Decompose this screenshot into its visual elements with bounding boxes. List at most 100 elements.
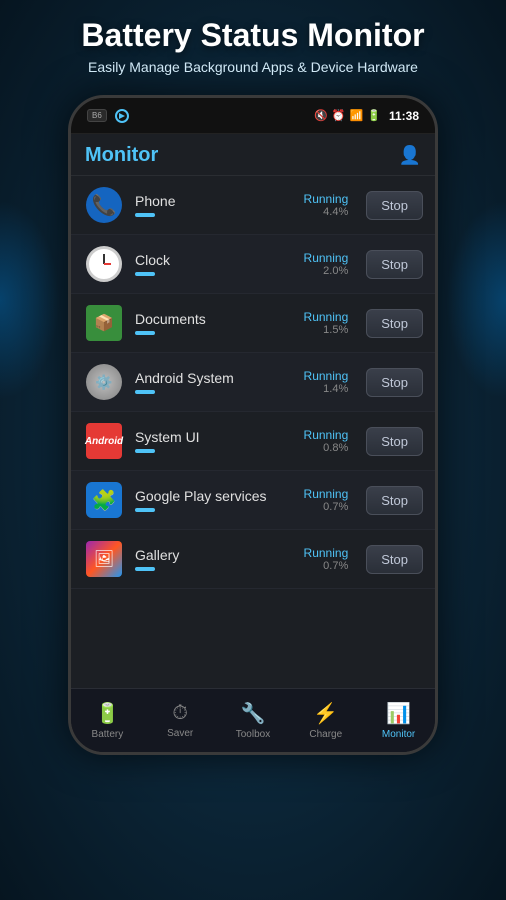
gallery-running-label: Running	[304, 546, 349, 560]
app-row-android-system: ⚙️ Android System Running 1.4% Stop	[71, 353, 435, 412]
gallery-info: Gallery	[135, 547, 294, 571]
system-ui-status: Running 0.8%	[304, 428, 349, 454]
nav-monitor[interactable]: 📊 Monitor	[362, 689, 435, 752]
app-list: 📞 Phone Running 4.4% Stop Clock	[71, 176, 435, 688]
gallery-app-name: Gallery	[135, 547, 294, 563]
clock-percent: 2.0%	[304, 265, 349, 277]
gallery-indicator	[135, 567, 155, 571]
system-ui-app-name: System UI	[135, 429, 294, 445]
phone-frame: B6 🔇 ⏰ 📶 🔋 11:38 Monitor 👤 📞	[68, 95, 438, 755]
system-ui-icon-wrap: Android	[83, 420, 125, 462]
system-ui-info: System UI	[135, 429, 294, 453]
google-play-indicator	[135, 508, 155, 512]
battery-nav-icon: 🔋	[95, 701, 120, 726]
android-system-stop-button[interactable]: Stop	[366, 368, 423, 397]
google-play-app-icon: 🧩	[86, 482, 122, 518]
nav-saver[interactable]: ⏱ Saver	[144, 689, 217, 752]
status-bar-right: 🔇 ⏰ 📶 🔋 11:38	[314, 109, 419, 123]
documents-running-label: Running	[304, 310, 349, 324]
phone-percent: 4.4%	[304, 206, 349, 218]
documents-icon-wrap: 📦	[83, 302, 125, 344]
toolbox-nav-label: Toolbox	[236, 729, 270, 740]
nav-toolbox[interactable]: 🔧 Toolbox	[217, 689, 290, 752]
google-play-percent: 0.7%	[304, 501, 349, 513]
phone-app-name: Phone	[135, 193, 294, 209]
glow-right	[446, 200, 506, 400]
app-row-system-ui: Android System UI Running 0.8% Stop	[71, 412, 435, 471]
system-ui-running-label: Running	[304, 428, 349, 442]
app-row-clock: Clock Running 2.0% Stop	[71, 235, 435, 294]
header-section: Battery Status Monitor Easily Manage Bac…	[61, 0, 444, 85]
android-system-running-label: Running	[304, 369, 349, 383]
android-system-app-icon: ⚙️	[86, 364, 122, 400]
b6-icon: B6	[87, 109, 107, 122]
system-ui-percent: 0.8%	[304, 442, 349, 454]
documents-stop-button[interactable]: Stop	[366, 309, 423, 338]
app-main-title: Battery Status Monitor	[81, 18, 424, 53]
system-ui-app-icon: Android	[86, 423, 122, 459]
app-row-gallery: 🖼 Gallery Running 0.7% Stop	[71, 530, 435, 589]
phone-icon-wrap: 📞	[83, 184, 125, 226]
user-profile-icon[interactable]: 👤	[399, 145, 421, 166]
android-system-info: Android System	[135, 370, 294, 394]
gallery-app-icon: 🖼	[86, 541, 122, 577]
clock-stop-button[interactable]: Stop	[366, 250, 423, 279]
app-row-phone: 📞 Phone Running 4.4% Stop	[71, 176, 435, 235]
documents-indicator	[135, 331, 155, 335]
bottom-nav: 🔋 Battery ⏱ Saver 🔧 Toolbox ⚡ Charge 📊 M…	[71, 688, 435, 752]
clock-icon-wrap	[83, 243, 125, 285]
battery-icon: 🔋	[367, 109, 381, 122]
phone-stop-button[interactable]: Stop	[366, 191, 423, 220]
gallery-stop-button[interactable]: Stop	[366, 545, 423, 574]
system-ui-stop-button[interactable]: Stop	[366, 427, 423, 456]
android-system-icon-wrap: ⚙️	[83, 361, 125, 403]
phone-status: Running 4.4%	[304, 192, 349, 218]
nav-battery[interactable]: 🔋 Battery	[71, 689, 144, 752]
cyanogen-icon	[113, 109, 131, 123]
clock-info: Clock	[135, 252, 294, 276]
phone-app-icon: 📞	[86, 187, 122, 223]
status-bar: B6 🔇 ⏰ 📶 🔋 11:38	[71, 98, 435, 134]
documents-info: Documents	[135, 311, 294, 335]
google-play-app-name: Google Play services	[135, 488, 294, 504]
app-row-google-play: 🧩 Google Play services Running 0.7% Stop	[71, 471, 435, 530]
android-system-app-name: Android System	[135, 370, 294, 386]
google-play-icon-wrap: 🧩	[83, 479, 125, 521]
battery-nav-label: Battery	[92, 729, 124, 740]
clock-running-label: Running	[304, 251, 349, 265]
clock-indicator	[135, 272, 155, 276]
google-play-status: Running 0.7%	[304, 487, 349, 513]
documents-status: Running 1.5%	[304, 310, 349, 336]
app-header: Monitor 👤	[71, 134, 435, 176]
saver-nav-label: Saver	[167, 728, 193, 739]
monitor-nav-icon: 📊	[386, 701, 411, 726]
charge-nav-label: Charge	[309, 729, 342, 740]
gallery-icon-wrap: 🖼	[83, 538, 125, 580]
app-subtitle: Easily Manage Background Apps & Device H…	[81, 59, 424, 75]
app-row-documents: 📦 Documents Running 1.5% Stop	[71, 294, 435, 353]
status-bar-left: B6	[87, 109, 131, 123]
google-play-running-label: Running	[304, 487, 349, 501]
glow-left	[0, 200, 60, 400]
phone-indicator	[135, 213, 155, 217]
nav-charge[interactable]: ⚡ Charge	[289, 689, 362, 752]
toolbox-nav-icon: 🔧	[241, 701, 266, 726]
google-play-stop-button[interactable]: Stop	[366, 486, 423, 515]
clock-app-icon	[86, 246, 122, 282]
android-system-indicator	[135, 390, 155, 394]
monitor-nav-label: Monitor	[382, 729, 415, 740]
alarm-icon: ⏰	[332, 109, 346, 122]
app-screen: Monitor 👤 📞 Phone Running 4.4% Stop	[71, 134, 435, 752]
android-system-percent: 1.4%	[304, 383, 349, 395]
clock-status: Running 2.0%	[304, 251, 349, 277]
charge-nav-icon: ⚡	[313, 701, 338, 726]
phone-running-label: Running	[304, 192, 349, 206]
android-system-status: Running 1.4%	[304, 369, 349, 395]
documents-percent: 1.5%	[304, 324, 349, 336]
clock-app-name: Clock	[135, 252, 294, 268]
saver-nav-icon: ⏱	[172, 702, 188, 725]
documents-app-name: Documents	[135, 311, 294, 327]
monitor-title: Monitor	[85, 144, 158, 167]
gallery-percent: 0.7%	[304, 560, 349, 572]
status-time: 11:38	[389, 109, 419, 123]
